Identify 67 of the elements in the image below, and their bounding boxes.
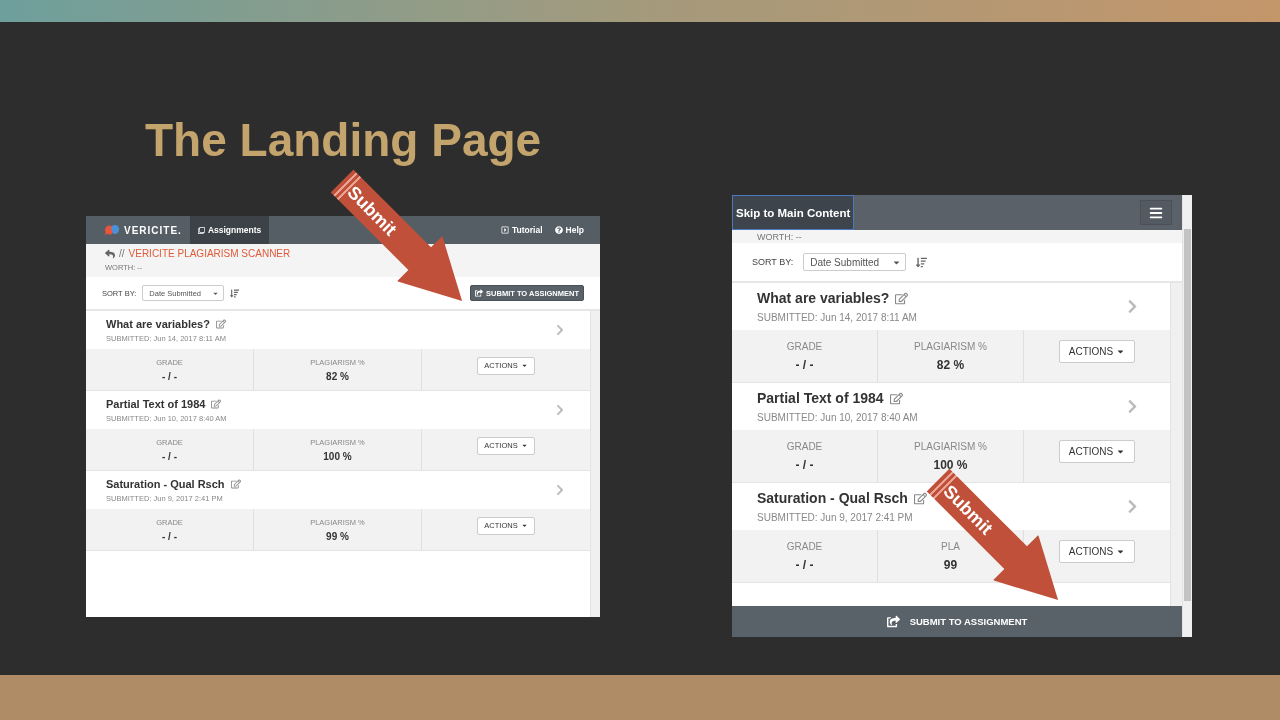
- chevron-right-icon[interactable]: [554, 404, 566, 416]
- sort-order-icon[interactable]: [230, 288, 240, 298]
- help-icon: [554, 226, 563, 234]
- edit-icon[interactable]: [895, 291, 909, 305]
- share-icon: [886, 615, 900, 628]
- plagiarism-value: 99 %: [326, 530, 349, 542]
- submission-title: What are variables?: [106, 317, 210, 330]
- grade-label: GRADE: [786, 440, 823, 452]
- submission-title: What are variables?: [757, 290, 890, 306]
- chevron-right-icon[interactable]: [554, 324, 566, 336]
- grade-value: - / -: [162, 370, 177, 382]
- sort-label: SORT BY:: [752, 257, 794, 267]
- tutorial-icon: [501, 226, 510, 234]
- plagiarism-label: PLA: [941, 540, 960, 552]
- submitted-date: SUBMITTED: Jun 9, 2017 2:41 PM: [757, 512, 914, 523]
- back-icon[interactable]: [105, 248, 115, 259]
- submitted-date: SUBMITTED: Jun 14, 2017 8:11 AM: [757, 312, 917, 323]
- logo-icon: [104, 224, 120, 236]
- edit-icon[interactable]: [889, 391, 903, 405]
- nav-tab[interactable]: Assignments: [189, 216, 270, 244]
- plagiarism-value: 99: [943, 557, 958, 572]
- scrollbar[interactable]: [590, 311, 600, 617]
- caret-icon: [520, 362, 528, 369]
- grade-value: - / -: [162, 450, 177, 462]
- share-icon: [475, 289, 484, 297]
- edit-icon[interactable]: [230, 478, 241, 489]
- menu-button[interactable]: [1140, 200, 1172, 225]
- scrollbar[interactable]: [1170, 283, 1182, 606]
- plagiarism-value: 82 %: [326, 370, 349, 382]
- caret-icon: [520, 442, 528, 449]
- grade-value: - / -: [795, 557, 814, 572]
- nav-link[interactable]: Tutorial: [501, 225, 543, 235]
- edit-icon[interactable]: [215, 318, 226, 329]
- submission-title: Saturation - Qual Rsch: [757, 490, 908, 506]
- skip-link[interactable]: Skip to Main Content: [732, 195, 855, 230]
- submission-title: Saturation - Qual Rsch: [106, 477, 225, 490]
- plagiarism-label: PLAGIARISM %: [914, 440, 987, 452]
- actions-dropdown[interactable]: ACTIONS: [1058, 439, 1136, 463]
- actions-dropdown[interactable]: ACTIONS: [1058, 539, 1136, 563]
- logo-text: VERICITE.: [124, 224, 182, 236]
- grade-value: - / -: [795, 357, 814, 372]
- sort-select[interactable]: Date Submitted: [803, 253, 907, 271]
- sort-order-icon[interactable]: [916, 256, 928, 268]
- submission-title: Partial Text of 1984: [757, 390, 884, 406]
- plagiarism-value: 100 %: [323, 450, 352, 462]
- caret-icon: [520, 522, 528, 529]
- plagiarism-label: PLAGIARISM %: [914, 340, 987, 352]
- breadcrumb-separator: //: [119, 248, 125, 259]
- grade-label: GRADE: [786, 340, 823, 352]
- scrollbar[interactable]: [1182, 195, 1192, 637]
- grade-value: - / -: [162, 530, 177, 542]
- grade-label: GRADE: [786, 540, 823, 552]
- chevron-right-icon[interactable]: [554, 484, 566, 496]
- plagiarism-value: 100 %: [933, 457, 968, 472]
- submission-title: Partial Text of 1984: [106, 397, 206, 410]
- menu-icon: [1149, 205, 1163, 220]
- worth-text: WORTH: --: [757, 231, 802, 242]
- plagiarism-value: 82 %: [936, 357, 965, 372]
- edit-icon[interactable]: [211, 398, 222, 409]
- nav-link[interactable]: Help: [554, 225, 584, 235]
- copy-icon: [197, 226, 205, 234]
- actions-dropdown[interactable]: ACTIONS: [1058, 339, 1136, 363]
- edit-icon[interactable]: [913, 491, 927, 505]
- grade-value: - / -: [795, 457, 814, 472]
- scrollbar-thumb[interactable]: [1184, 229, 1191, 601]
- submitted-date: SUBMITTED: Jun 10, 2017 8:40 AM: [757, 412, 918, 423]
- submit-button[interactable]: SUBMIT TO ASSIGNMENT: [732, 606, 1182, 637]
